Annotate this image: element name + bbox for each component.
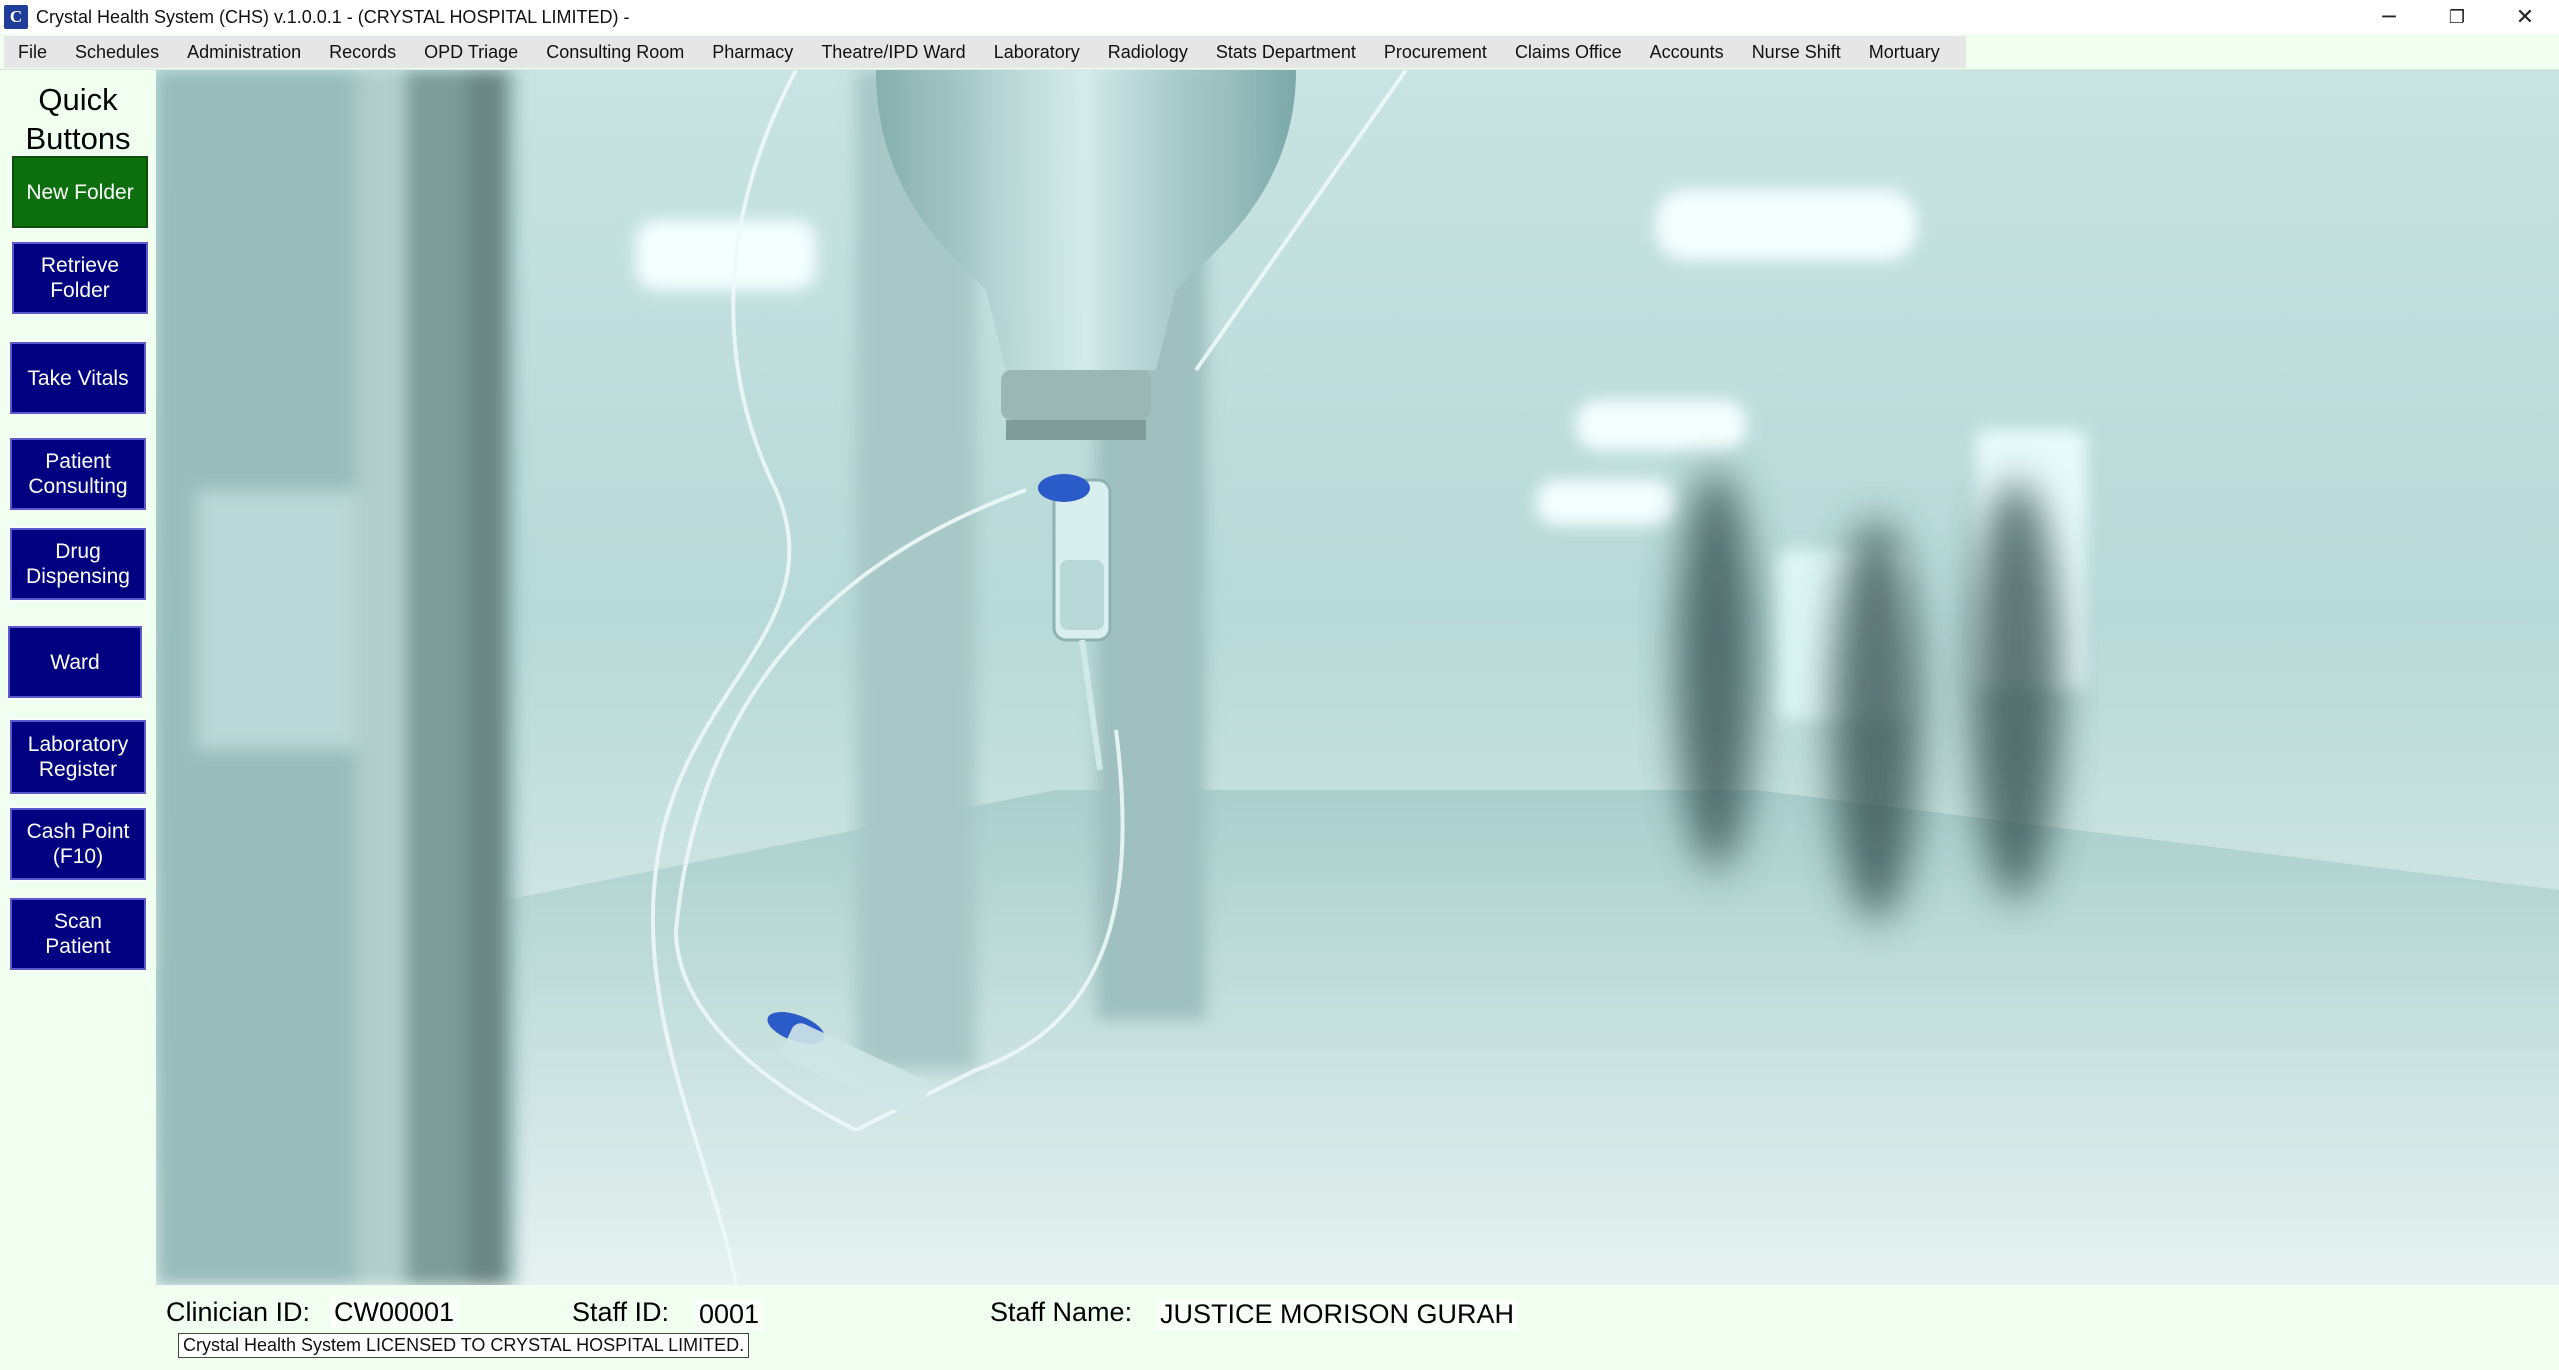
menu-administration[interactable]: Administration <box>173 36 315 68</box>
quick-buttons-title: Quick Buttons <box>25 82 131 156</box>
minimize-button[interactable]: ─ <box>2355 0 2423 34</box>
menu-laboratory[interactable]: Laboratory <box>980 36 1094 68</box>
staff-id-label: Staff ID: <box>572 1297 670 1327</box>
quick-buttons-panel: Quick Buttons New Folder Retrieve Folder… <box>0 70 156 1285</box>
status-panel: Clinician ID: CW00001 Staff ID: 0001 Sta… <box>0 1285 2559 1370</box>
menu-opd-triage[interactable]: OPD Triage <box>410 36 532 68</box>
scan-patient-button[interactable]: Scan Patient <box>9 897 147 971</box>
menu-theatre-ipd-ward[interactable]: Theatre/IPD Ward <box>807 36 979 68</box>
menu-claims-office[interactable]: Claims Office <box>1501 36 1636 68</box>
clinician-id-value: CW00001 <box>330 1297 459 1328</box>
menu-nurse-shift[interactable]: Nurse Shift <box>1738 36 1855 68</box>
menu-mortuary[interactable]: Mortuary <box>1855 36 1954 68</box>
menu-bar: File Schedules Administration Records OP… <box>0 34 2559 70</box>
clinician-id-label: Clinician ID: <box>166 1297 311 1327</box>
retrieve-folder-button[interactable]: Retrieve Folder <box>11 241 149 315</box>
restore-button[interactable]: ❐ <box>2423 0 2491 34</box>
title-bar: C Crystal Health System (CHS) v.1.0.0.1 … <box>0 0 2559 34</box>
staff-name-value: JUSTICE MORISON GURAH <box>1156 1299 1519 1330</box>
menu-schedules[interactable]: Schedules <box>61 36 173 68</box>
take-vitals-button[interactable]: Take Vitals <box>9 341 147 415</box>
new-folder-button[interactable]: New Folder <box>11 155 149 229</box>
menu-strip: File Schedules Administration Records OP… <box>4 36 1966 68</box>
ward-button[interactable]: Ward <box>7 625 143 699</box>
window-title: Crystal Health System (CHS) v.1.0.0.1 - … <box>36 6 630 27</box>
drug-dispensing-button[interactable]: Drug Dispensing <box>9 527 147 601</box>
menu-records[interactable]: Records <box>315 36 410 68</box>
menu-procurement[interactable]: Procurement <box>1370 36 1501 68</box>
cash-point-button[interactable]: Cash Point (F10) <box>9 807 147 881</box>
menu-accounts[interactable]: Accounts <box>1636 36 1738 68</box>
laboratory-register-button[interactable]: Laboratory Register <box>9 719 147 795</box>
background-image <box>156 70 2559 1285</box>
patient-consulting-button[interactable]: Patient Consulting <box>9 437 147 511</box>
hospital-corridor-illustration <box>156 70 2559 1285</box>
menu-pharmacy[interactable]: Pharmacy <box>698 36 807 68</box>
menu-file[interactable]: File <box>4 36 61 68</box>
menu-radiology[interactable]: Radiology <box>1094 36 1202 68</box>
menu-stats-department[interactable]: Stats Department <box>1202 36 1370 68</box>
staff-id-value: 0001 <box>695 1299 764 1330</box>
close-button[interactable]: ✕ <box>2491 0 2559 34</box>
license-notice: Crystal Health System LICENSED TO CRYSTA… <box>178 1333 750 1358</box>
app-logo-icon: C <box>4 5 28 29</box>
window-controls: ─ ❐ ✕ <box>2355 0 2559 34</box>
staff-name-label: Staff Name: <box>990 1297 1133 1327</box>
menu-consulting-room[interactable]: Consulting Room <box>532 36 698 68</box>
